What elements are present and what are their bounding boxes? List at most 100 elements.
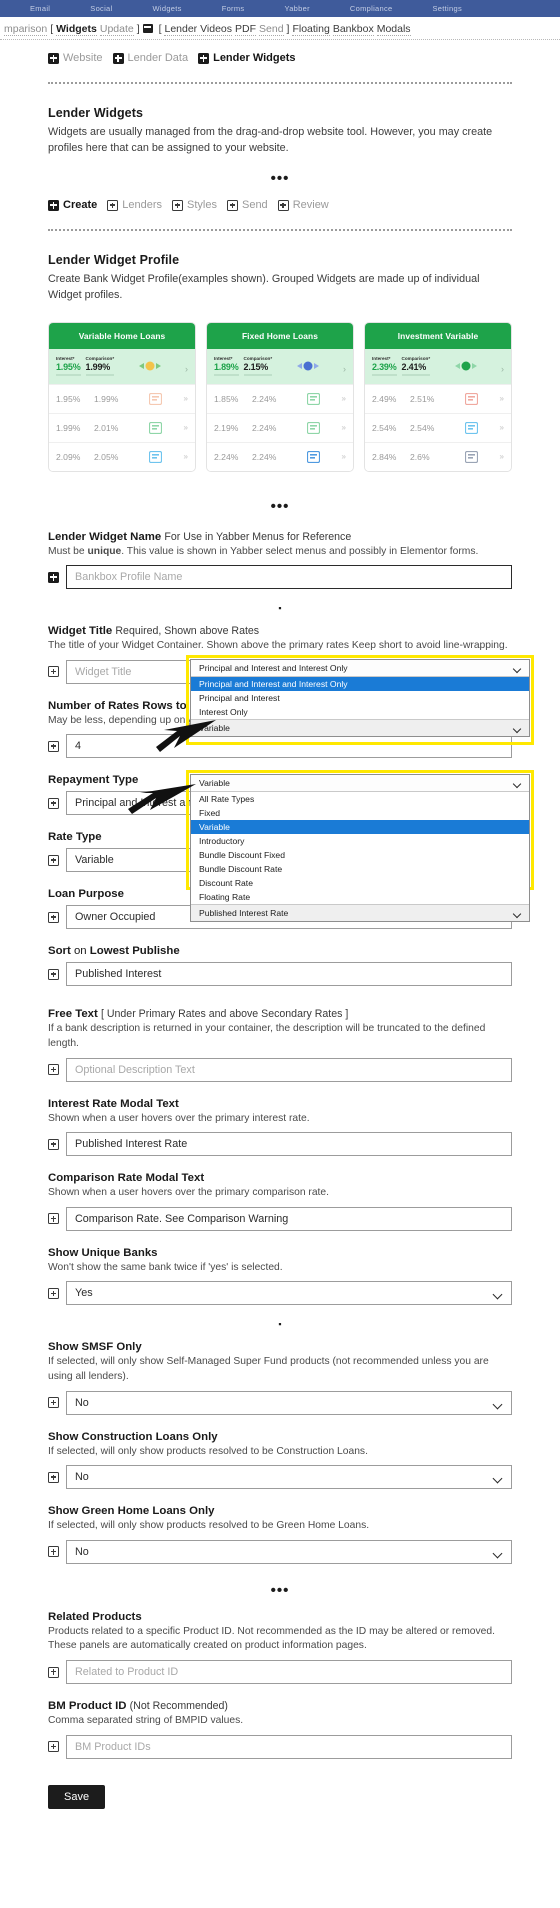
- green-only-select[interactable]: No: [66, 1539, 512, 1564]
- nav-item-6[interactable]: [: [159, 23, 162, 35]
- nav-item-4[interactable]: ]: [137, 23, 140, 35]
- nav-item-2[interactable]: Widgets: [56, 23, 97, 36]
- expand-icon[interactable]: [48, 854, 59, 866]
- dropdown-option[interactable]: All Rate Types: [191, 792, 529, 806]
- dropdown-option-list[interactable]: All Rate Types Fixed Variable Introductory B…: [191, 792, 529, 904]
- chevron-double-right-icon[interactable]: »: [184, 394, 188, 403]
- nav-item-8[interactable]: PDF: [235, 23, 257, 36]
- chevron-double-right-icon[interactable]: »: [342, 452, 346, 461]
- expand-icon[interactable]: [48, 911, 59, 923]
- nav-item-13[interactable]: Modals: [376, 23, 411, 36]
- widget-card-rate-row[interactable]: 1.95% 1.99% »: [49, 383, 195, 413]
- chevron-right-icon[interactable]: ›: [343, 364, 346, 376]
- dropdown-option-list[interactable]: Principal and Interest and Interest Only…: [191, 677, 529, 719]
- nav-item-10[interactable]: ]: [287, 23, 290, 35]
- expand-icon[interactable]: [48, 1287, 59, 1299]
- breadcrumb-item-lender-data[interactable]: Lender Data: [112, 52, 188, 64]
- widget-card-rate-row[interactable]: 1.99% 2.01% »: [49, 412, 195, 442]
- chevron-double-right-icon[interactable]: »: [184, 423, 188, 432]
- chevron-double-right-icon[interactable]: »: [500, 452, 504, 461]
- archive-box-icon[interactable]: [142, 24, 153, 33]
- widget-card-rate-row[interactable]: 2.24% 2.24% »: [207, 441, 353, 471]
- dropdown-underlying-next-select[interactable]: Variable: [191, 719, 529, 736]
- repayment-type-open-dropdown[interactable]: Principal and Interest and Interest Only…: [190, 659, 530, 737]
- admin-bar-item-4[interactable]: Yabber: [284, 4, 309, 13]
- dropdown-option[interactable]: Discount Rate: [191, 876, 529, 890]
- widget-subtabs[interactable]: Create Lenders Styles Send Review: [48, 199, 512, 219]
- dropdown-option[interactable]: Bundle Discount Rate: [191, 862, 529, 876]
- nav-item-1[interactable]: [: [50, 23, 53, 35]
- expand-icon[interactable]: [48, 1213, 59, 1225]
- admin-bar-item-6[interactable]: Settings: [433, 4, 463, 13]
- subtab-create[interactable]: Create: [48, 199, 97, 211]
- breadcrumb-item-website[interactable]: Website: [48, 52, 103, 64]
- chevron-double-right-icon[interactable]: »: [500, 423, 504, 432]
- widget-card-rate-row[interactable]: 2.84% 2.6% »: [365, 441, 511, 471]
- expand-icon[interactable]: [48, 571, 59, 583]
- expand-icon[interactable]: [48, 666, 59, 678]
- free-text-input[interactable]: Optional Description Text: [66, 1057, 512, 1082]
- chevron-double-right-icon[interactable]: »: [500, 394, 504, 403]
- unique-banks-select[interactable]: Yes: [66, 1281, 512, 1306]
- dropdown-selected-value[interactable]: Principal and Interest and Interest Only: [191, 660, 529, 677]
- chevron-right-icon[interactable]: ›: [185, 364, 188, 376]
- nav-item-11[interactable]: Floating: [292, 23, 330, 36]
- dropdown-option[interactable]: Principal and Interest: [191, 691, 529, 705]
- subtab-review[interactable]: Review: [277, 199, 329, 211]
- expand-icon[interactable]: [48, 968, 59, 980]
- subtab-lenders[interactable]: Lenders: [107, 199, 162, 211]
- interest-modal-input[interactable]: Published Interest Rate: [66, 1132, 512, 1157]
- sort-on-select[interactable]: Published Interest: [66, 962, 512, 987]
- breadcrumb[interactable]: Website Lender Data Lender Widgets: [48, 40, 512, 72]
- lender-widget-name-input[interactable]: Bankbox Profile Name: [66, 565, 512, 590]
- expand-icon[interactable]: [48, 1741, 59, 1753]
- admin-bar-item-0[interactable]: Email: [30, 4, 50, 13]
- admin-bar-item-2[interactable]: Widgets: [153, 4, 182, 13]
- nav-item-0[interactable]: mparison: [4, 23, 48, 36]
- nav-item-9[interactable]: Send: [259, 23, 284, 36]
- dropdown-option[interactable]: Introductory: [191, 834, 529, 848]
- widget-card-rate-row[interactable]: 2.49% 2.51% »: [365, 383, 511, 413]
- dropdown-option[interactable]: Floating Rate: [191, 890, 529, 904]
- nav-item-7[interactable]: Lender Videos: [164, 23, 233, 36]
- save-button[interactable]: Save: [48, 1784, 106, 1809]
- widget-card-rate-row[interactable]: 2.19% 2.24% »: [207, 412, 353, 442]
- nav-item-3[interactable]: Update: [99, 23, 134, 36]
- rate-type-open-dropdown[interactable]: Variable All Rate Types Fixed Variable Intr…: [190, 774, 530, 922]
- expand-icon[interactable]: [48, 1666, 59, 1678]
- expand-icon[interactable]: [48, 1546, 59, 1558]
- secondary-nav-strip[interactable]: mparison[Widgets Update] [Lender Videos PD…: [0, 17, 560, 40]
- chevron-double-right-icon[interactable]: »: [342, 423, 346, 432]
- rates-rows-input[interactable]: 4: [66, 734, 512, 759]
- widget-card-rate-row[interactable]: 1.85% 2.24% »: [207, 383, 353, 413]
- dropdown-option[interactable]: Variable: [191, 820, 529, 834]
- related-products-input[interactable]: Related to Product ID: [66, 1660, 512, 1685]
- dropdown-selected-value[interactable]: Variable: [191, 775, 529, 792]
- widget-card-rate-row[interactable]: 2.09% 2.05% »: [49, 441, 195, 471]
- chevron-right-icon[interactable]: ›: [501, 364, 504, 376]
- expand-icon[interactable]: [48, 797, 59, 809]
- dropdown-option[interactable]: Bundle Discount Fixed: [191, 848, 529, 862]
- subtab-styles[interactable]: Styles: [172, 199, 217, 211]
- comparison-modal-input[interactable]: Comparison Rate. See Comparison Warning: [66, 1206, 512, 1231]
- admin-bar-item-5[interactable]: Compliance: [350, 4, 393, 13]
- smsf-only-select[interactable]: No: [66, 1390, 512, 1415]
- chevron-double-right-icon[interactable]: »: [342, 394, 346, 403]
- expand-icon[interactable]: [48, 1138, 59, 1150]
- admin-bar-item-3[interactable]: Forms: [222, 4, 245, 13]
- wordpress-admin-bar[interactable]: Email Social Widgets Forms Yabber Compliance S…: [0, 0, 560, 17]
- dropdown-option[interactable]: Principal and Interest and Interest Only: [191, 677, 529, 691]
- dropdown-underlying-next-select[interactable]: Published Interest Rate: [191, 904, 529, 921]
- bm-product-id-input[interactable]: BM Product IDs: [66, 1734, 512, 1759]
- construction-only-select[interactable]: No: [66, 1465, 512, 1490]
- expand-icon[interactable]: [48, 1397, 59, 1409]
- dropdown-option[interactable]: Interest Only: [191, 705, 529, 719]
- expand-icon[interactable]: [48, 740, 59, 752]
- chevron-double-right-icon[interactable]: »: [184, 452, 188, 461]
- admin-bar-item-1[interactable]: Social: [90, 4, 112, 13]
- dropdown-option[interactable]: Fixed: [191, 806, 529, 820]
- expand-icon[interactable]: [48, 1471, 59, 1483]
- breadcrumb-item-lender-widgets[interactable]: Lender Widgets: [198, 52, 296, 64]
- expand-icon[interactable]: [48, 1064, 59, 1076]
- subtab-send[interactable]: Send: [226, 199, 268, 211]
